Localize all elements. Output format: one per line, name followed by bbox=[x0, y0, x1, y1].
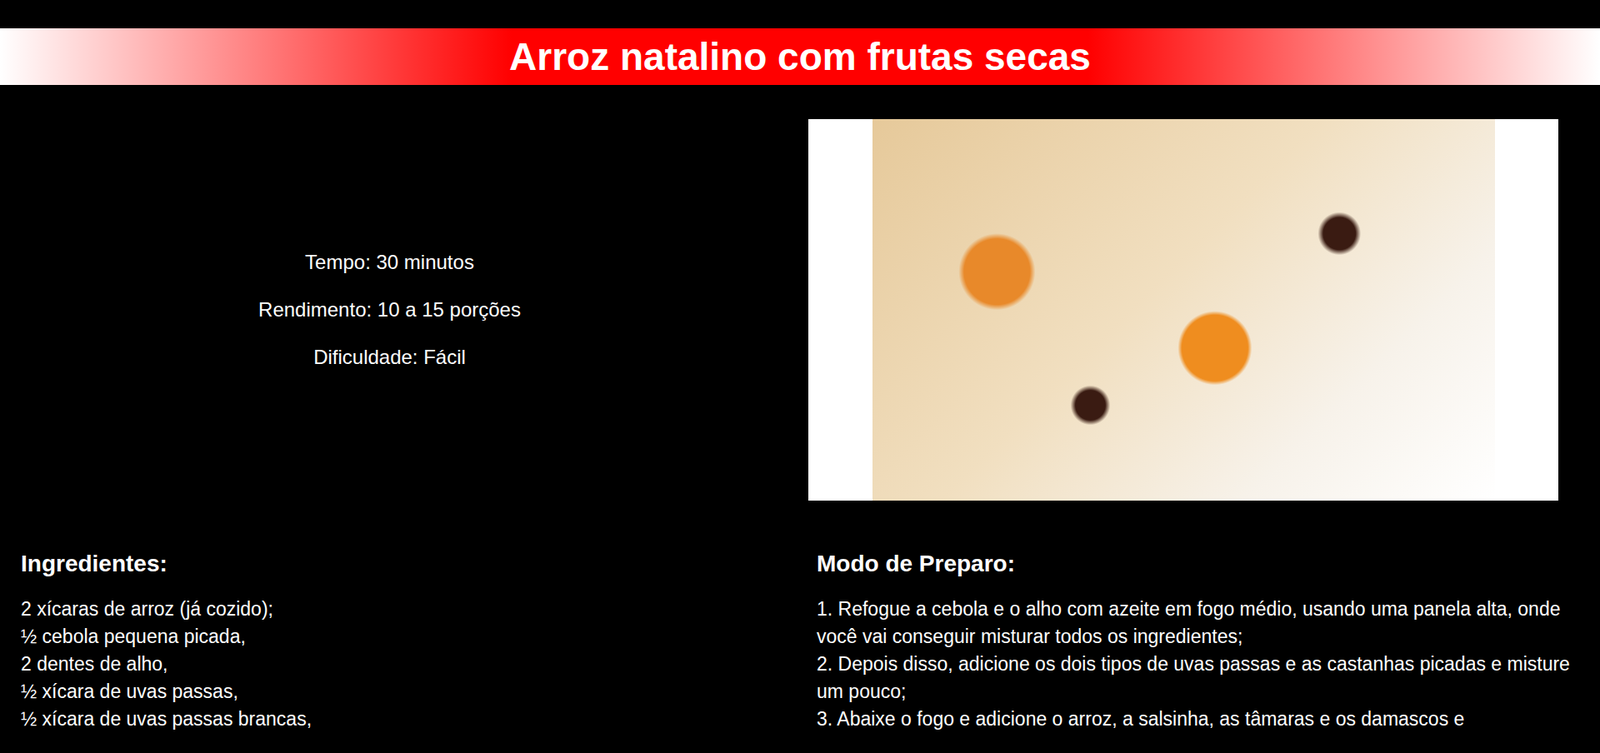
preparation-heading: Modo de Preparo: bbox=[816, 550, 1580, 578]
info-line: Tempo: 30 minutos bbox=[305, 252, 475, 273]
ingredients-section: Ingredientes: 2 xícaras de arroz (já cozi… bbox=[20, 550, 784, 734]
ingredient-item: ½ cebola pequena picada, bbox=[20, 623, 784, 651]
ingredient-item: ½ xícara de uvas passas, bbox=[20, 678, 784, 706]
rice-photo bbox=[872, 119, 1495, 501]
recipe-page: Arroz natalino com frutas secas Tempo: 30… bbox=[0, 0, 1600, 753]
recipe-info: Tempo: 30 minutos Rendimento: 10 a 15 por… bbox=[0, 252, 780, 368]
recipe-details: Ingredientes: 2 xícaras de arroz (já cozi… bbox=[0, 500, 1600, 734]
ingredients-list: 2 xícaras de arroz (já cozido);½ cebola … bbox=[20, 595, 784, 734]
preparation-steps: 1. Refogue a cebola e o alho com azeite … bbox=[816, 595, 1580, 734]
ingredient-item: 2 dentes de alho, bbox=[20, 650, 784, 679]
recipe-title: Arroz natalino com frutas secas bbox=[509, 29, 1091, 85]
preparation-step: 2. Depois disso, adicione os dois tipos … bbox=[816, 650, 1580, 706]
recipe-photo bbox=[808, 119, 1559, 501]
ingredient-item: 2 xícaras de arroz (já cozido); bbox=[20, 595, 784, 624]
recipe-overview: Tempo: 30 minutos Rendimento: 10 a 15 por… bbox=[0, 85, 1600, 501]
preparation-step: 3. Abaixe o fogo e adicione o arroz, a s… bbox=[816, 705, 1580, 734]
preparation-step: 1. Refogue a cebola e o alho com azeite … bbox=[816, 595, 1580, 651]
ingredient-item: ½ xícara de uvas passas brancas, bbox=[20, 705, 784, 734]
preparation-section: Modo de Preparo: 1. Refogue a cebola e o … bbox=[816, 550, 1580, 734]
info-line: Rendimento: 10 a 15 porções bbox=[258, 300, 521, 320]
info-line: Dificuldade: Fácil bbox=[313, 347, 466, 368]
title-banner: Arroz natalino com frutas secas bbox=[0, 28, 1600, 85]
ingredients-heading: Ingredientes: bbox=[20, 550, 784, 578]
